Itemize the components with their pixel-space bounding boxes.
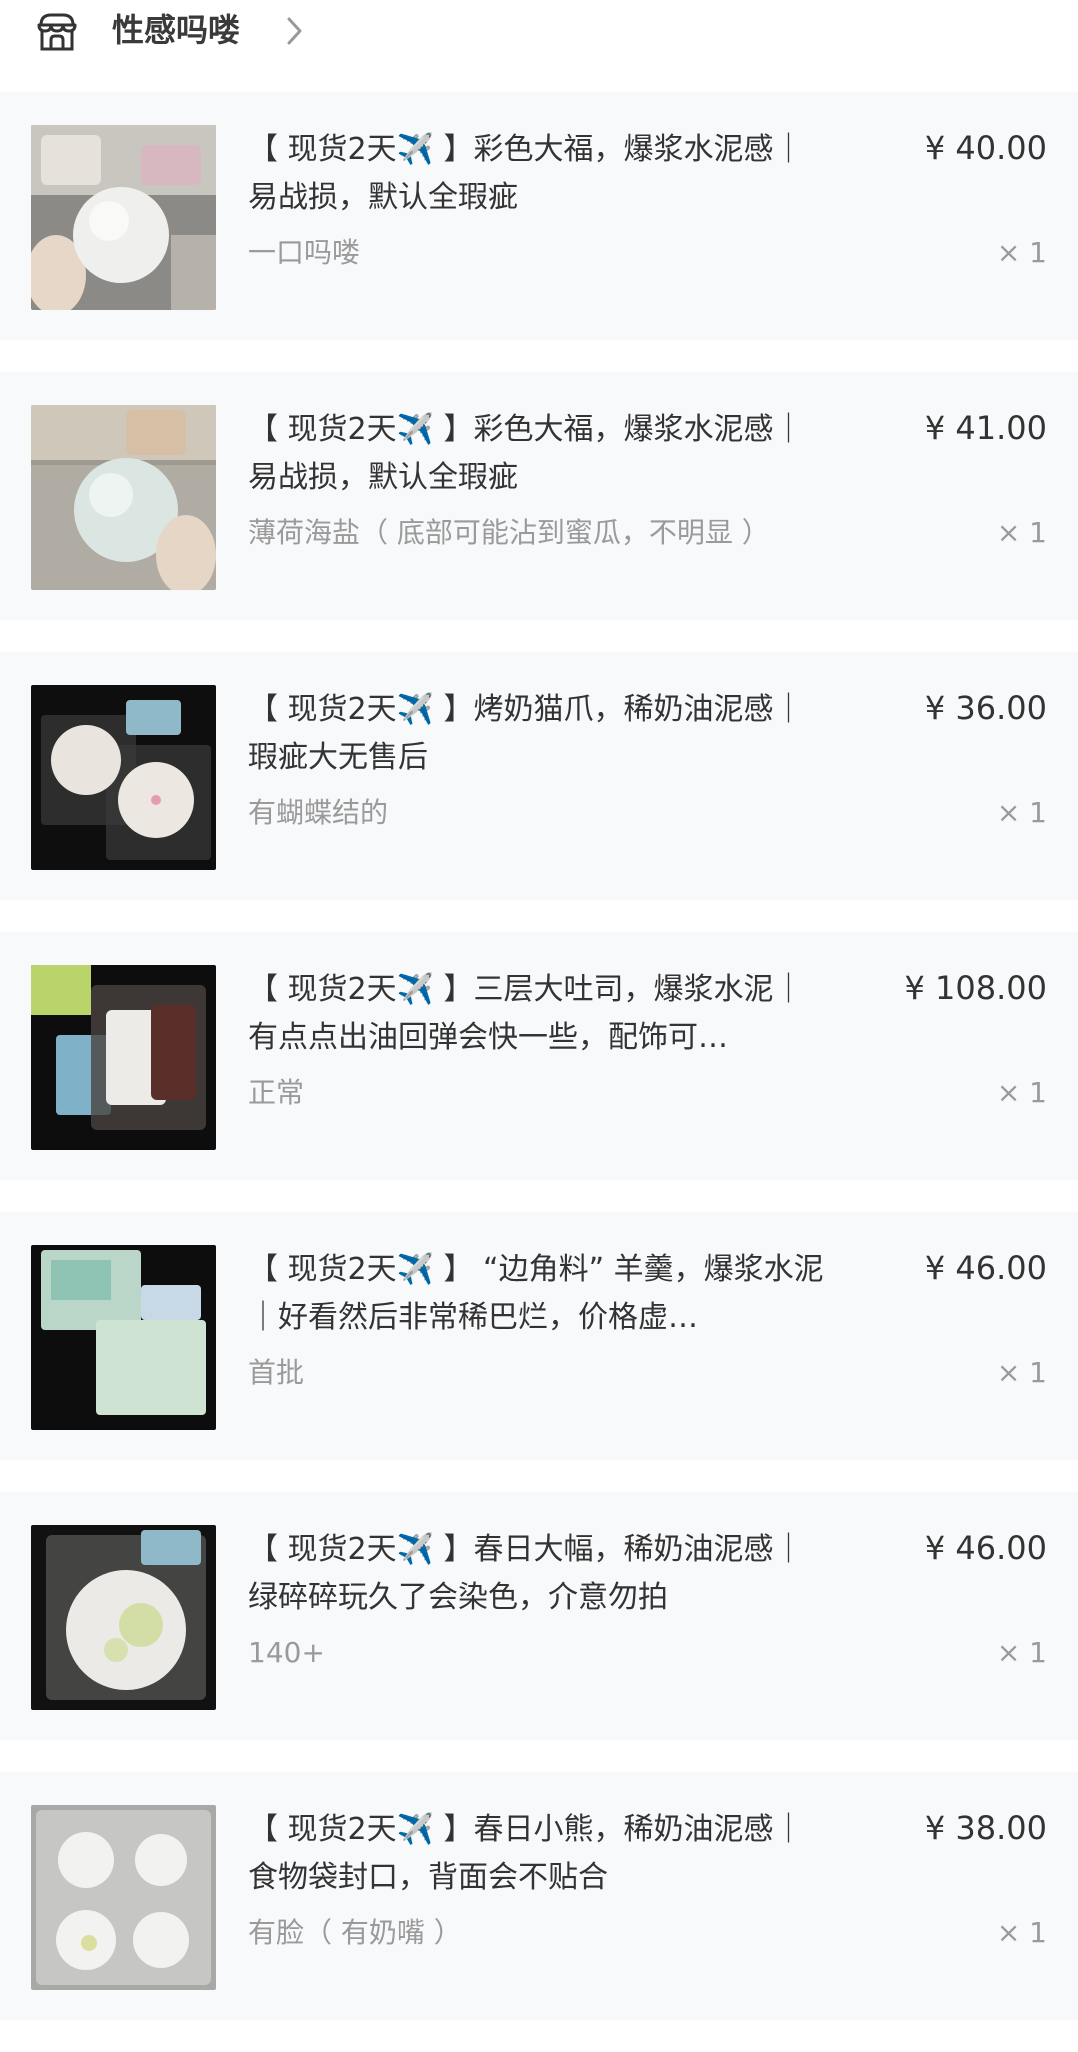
product-thumbnail[interactable] <box>31 1805 216 1990</box>
product-title[interactable]: 【 现货2天✈️ 】三层大吐司，爆浆水泥｜有点点出油回弹会快一些，配饰可… <box>248 966 833 1062</box>
product-variant: 有蝴蝶结的 <box>248 796 389 829</box>
product-variant: 140+ <box>248 1636 325 1669</box>
order-item[interactable]: 【 现货2天✈️ 】三层大吐司，爆浆水泥｜有点点出油回弹会快一些，配饰可… 正常… <box>0 932 1078 1180</box>
product-thumbnail[interactable] <box>31 405 216 590</box>
product-price: ¥ 108.00 <box>904 969 1048 1007</box>
order-item[interactable]: 【 现货2天✈️ 】彩色大福，爆浆水泥感｜易战损，默认全瑕疵 一口吗喽 ¥ 40… <box>0 92 1078 340</box>
product-price: ¥ 36.00 <box>924 689 1047 727</box>
product-quantity: × 1 <box>996 1636 1047 1669</box>
product-price: ¥ 46.00 <box>924 1249 1047 1287</box>
order-items-list: 【 现货2天✈️ 】彩色大福，爆浆水泥感｜易战损，默认全瑕疵 一口吗喽 ¥ 40… <box>0 92 1078 2052</box>
product-title[interactable]: 【 现货2天✈️ 】春日小熊，稀奶油泥感｜食物袋封口，背面会不贴合 <box>248 1806 833 1902</box>
order-item[interactable]: 【 现货2天✈️ 】彩色大福，爆浆水泥感｜易战损，默认全瑕疵 薄荷海盐（ 底部可… <box>0 372 1078 620</box>
product-quantity: × 1 <box>996 1916 1047 1949</box>
product-title[interactable]: 【 现货2天✈️ 】 “边角料” 羊羹，爆浆水泥｜好看然后非常稀巴烂，价格虚… <box>248 1246 833 1342</box>
product-quantity: × 1 <box>996 516 1047 549</box>
product-variant: 正常 <box>248 1076 305 1109</box>
product-thumbnail[interactable] <box>31 1245 216 1430</box>
order-item[interactable]: 【 现货2天✈️ 】春日小熊，稀奶油泥感｜食物袋封口，背面会不贴合 有脸（ 有奶… <box>0 1772 1078 2020</box>
product-variant: 薄荷海盐（ 底部可能沾到蜜瓜，不明显 ） <box>248 516 770 549</box>
product-thumbnail[interactable] <box>31 965 216 1150</box>
product-title[interactable]: 【 现货2天✈️ 】春日大幅，稀奶油泥感｜绿碎碎玩久了会染色，介意勿拍 <box>248 1526 833 1622</box>
product-quantity: × 1 <box>996 236 1047 269</box>
product-variant: 一口吗喽 <box>248 236 361 269</box>
product-variant: 首批 <box>248 1356 305 1389</box>
product-quantity: × 1 <box>996 1356 1047 1389</box>
product-quantity: × 1 <box>996 1076 1047 1109</box>
product-title[interactable]: 【 现货2天✈️ 】烤奶猫爪，稀奶油泥感｜瑕疵大无售后 <box>248 686 833 782</box>
order-item[interactable]: 【 现货2天✈️ 】春日大幅，稀奶油泥感｜绿碎碎玩久了会染色，介意勿拍 140+… <box>0 1492 1078 1740</box>
product-title[interactable]: 【 现货2天✈️ 】彩色大福，爆浆水泥感｜易战损，默认全瑕疵 <box>248 126 833 222</box>
chevron-right-icon[interactable] <box>285 14 305 48</box>
product-thumbnail[interactable] <box>31 125 216 310</box>
shop-icon <box>37 13 77 51</box>
order-item[interactable]: 【 现货2天✈️ 】烤奶猫爪，稀奶油泥感｜瑕疵大无售后 有蝴蝶结的 ¥ 36.0… <box>0 652 1078 900</box>
shop-header[interactable]: 性感吗喽 <box>0 0 1078 92</box>
product-variant: 有脸（ 有奶嘴 ） <box>248 1916 462 1949</box>
product-thumbnail[interactable] <box>31 1525 216 1710</box>
order-item[interactable]: 【 现货2天✈️ 】 “边角料” 羊羹，爆浆水泥｜好看然后非常稀巴烂，价格虚… … <box>0 1212 1078 1460</box>
product-price: ¥ 38.00 <box>924 1809 1047 1847</box>
product-price: ¥ 46.00 <box>924 1529 1047 1567</box>
product-title[interactable]: 【 现货2天✈️ 】彩色大福，爆浆水泥感｜易战损，默认全瑕疵 <box>248 406 833 502</box>
product-price: ¥ 40.00 <box>924 129 1047 167</box>
product-quantity: × 1 <box>996 796 1047 829</box>
shop-name[interactable]: 性感吗喽 <box>112 8 240 52</box>
product-price: ¥ 41.00 <box>924 409 1047 447</box>
product-thumbnail[interactable] <box>31 685 216 870</box>
